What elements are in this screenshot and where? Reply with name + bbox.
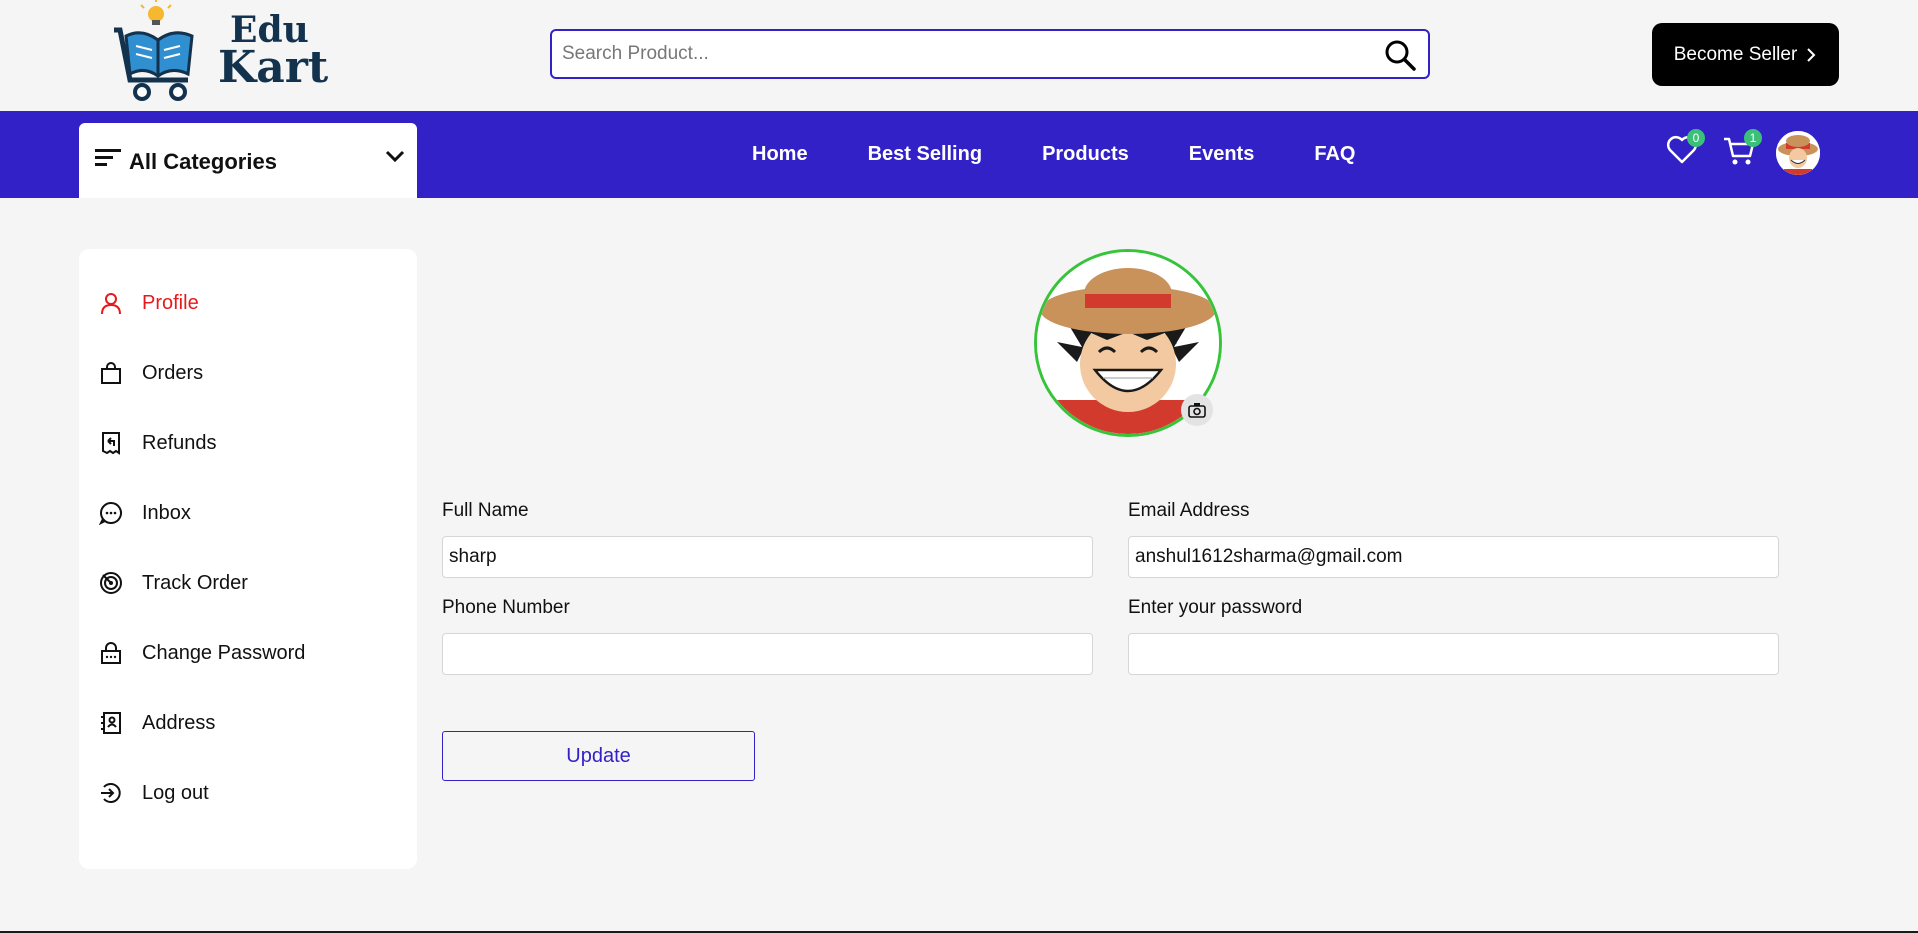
- email-label: Email Address: [1128, 500, 1250, 521]
- search-bar: [550, 29, 1430, 79]
- search-input[interactable]: [552, 31, 1372, 77]
- sidebar-item-inbox[interactable]: Inbox: [99, 498, 191, 528]
- nav-link-products[interactable]: Products: [1042, 143, 1129, 166]
- logo-text: Edu Kart: [218, 12, 328, 90]
- sidebar-item-orders[interactable]: Orders: [99, 358, 203, 388]
- change-avatar-button[interactable]: [1181, 394, 1213, 426]
- phone-input[interactable]: [443, 634, 1092, 674]
- nav-link-home[interactable]: Home: [752, 143, 808, 166]
- address-book-icon: [101, 712, 121, 734]
- sidebar-item-address[interactable]: Address: [99, 708, 215, 738]
- main-navbar: All Categories Home Best Selling Product…: [0, 111, 1918, 198]
- wishlist-button[interactable]: 0: [1665, 129, 1705, 172]
- sidebar-item-label: Change Password: [142, 641, 306, 664]
- menu-lines-icon: [95, 149, 121, 166]
- logo-line2: Kart: [218, 42, 329, 93]
- sidebar-item-label: Track Order: [142, 571, 248, 594]
- radar-icon: [100, 572, 122, 594]
- full-name-label: Full Name: [442, 500, 529, 521]
- chat-bubble-icon: [99, 501, 122, 525]
- become-seller-button[interactable]: Become Seller: [1652, 23, 1839, 86]
- email-input[interactable]: [1129, 537, 1778, 577]
- shopping-bag-icon: [101, 362, 121, 384]
- email-field-wrapper: [1128, 536, 1779, 578]
- phone-label: Phone Number: [442, 597, 570, 618]
- sidebar-item-label: Log out: [142, 781, 209, 804]
- sidebar-item-label: Refunds: [142, 431, 217, 454]
- cart-count-badge: 1: [1744, 129, 1762, 147]
- nav-link-faq[interactable]: FAQ: [1314, 143, 1355, 166]
- sidebar-item-refunds[interactable]: Refunds: [99, 428, 217, 458]
- sidebar-item-change-password[interactable]: Change Password: [99, 638, 305, 668]
- logo[interactable]: Edu Kart: [108, 0, 328, 108]
- password-field-wrapper: [1128, 633, 1779, 675]
- sidebar-item-label: Address: [142, 711, 216, 734]
- top-header: Edu Kart Become Seller: [0, 0, 1918, 111]
- sidebar-item-label: Profile: [142, 291, 199, 314]
- book-cart-logo-icon: [114, 0, 194, 101]
- nav-link-events[interactable]: Events: [1189, 143, 1255, 166]
- password-input[interactable]: [1129, 634, 1778, 674]
- user-avatar[interactable]: [1776, 131, 1820, 175]
- avatar-image-icon: [1776, 131, 1820, 175]
- become-seller-label: Become Seller: [1673, 43, 1798, 65]
- camera-icon: [1188, 403, 1206, 418]
- chevron-right-icon: [1807, 47, 1816, 62]
- chevron-down-icon: [385, 150, 405, 163]
- full-name-input[interactable]: [443, 537, 1092, 577]
- sidebar-item-profile[interactable]: Profile: [99, 288, 199, 318]
- cart-button[interactable]: 1: [1722, 129, 1762, 172]
- password-label: Enter your password: [1128, 597, 1303, 618]
- full-name-field-wrapper: [442, 536, 1093, 578]
- all-categories-dropdown[interactable]: All Categories: [79, 123, 417, 198]
- search-icon[interactable]: [1384, 39, 1416, 71]
- update-button[interactable]: Update: [442, 731, 755, 781]
- person-icon: [101, 293, 121, 315]
- nav-links: Home Best Selling Products Events FAQ: [752, 111, 1415, 198]
- sidebar-item-label: Orders: [142, 361, 204, 384]
- sidebar-item-log-out[interactable]: Log out: [99, 778, 209, 808]
- sidebar-item-track-order[interactable]: Track Order: [99, 568, 248, 598]
- sidebar-item-label: Inbox: [142, 501, 191, 524]
- nav-link-best-selling[interactable]: Best Selling: [868, 143, 982, 166]
- account-sidebar: Profile Orders Refunds Inbox Track Order…: [79, 249, 417, 869]
- wishlist-count-badge: 0: [1687, 129, 1705, 147]
- logout-icon: [101, 783, 121, 803]
- phone-field-wrapper: [442, 633, 1093, 675]
- lock-icon: [101, 642, 121, 664]
- all-categories-label: All Categories: [129, 149, 277, 174]
- refund-receipt-icon: [102, 432, 120, 455]
